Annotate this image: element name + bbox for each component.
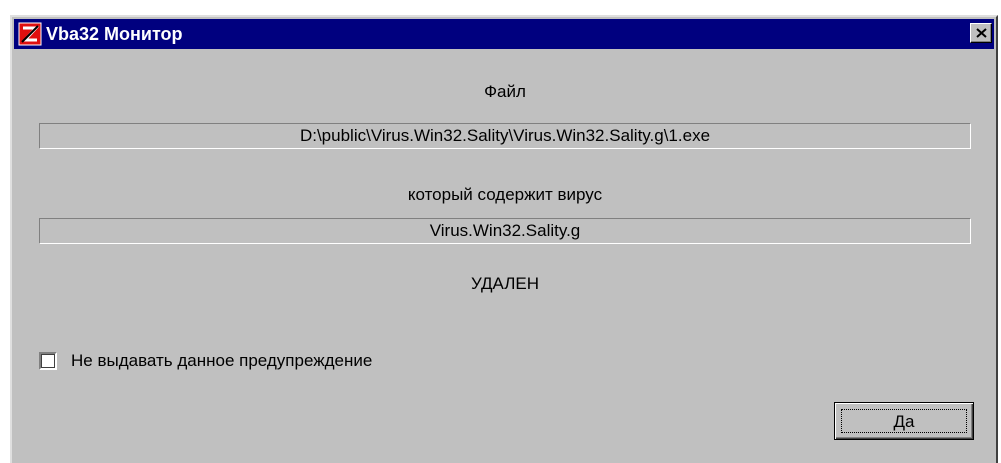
close-button[interactable] bbox=[970, 23, 992, 43]
ok-button[interactable]: Да bbox=[834, 402, 974, 440]
vba32-app-icon bbox=[18, 22, 42, 46]
virus-name-field: Virus.Win32.Sality.g bbox=[39, 218, 971, 244]
close-x-icon bbox=[976, 28, 987, 38]
file-path-field: D:\public\Virus.Win32.Sality\Virus.Win32… bbox=[39, 123, 971, 149]
window-title: Vba32 Монитор bbox=[46, 24, 183, 44]
ok-button-label: Да bbox=[841, 409, 967, 433]
suppress-warning-checkbox[interactable] bbox=[39, 352, 57, 370]
title-bar[interactable]: Vba32 Монитор bbox=[14, 19, 994, 49]
virus-label: который содержит вирус bbox=[407, 185, 603, 204]
file-label: Файл bbox=[484, 82, 526, 101]
alert-dialog: Vba32 Монитор Файл D:\public\Virus.Win32… bbox=[10, 15, 998, 463]
suppress-warning-label[interactable]: Не выдавать данное предупреждение bbox=[71, 350, 372, 372]
status-text: УДАЛЕН bbox=[470, 274, 540, 293]
